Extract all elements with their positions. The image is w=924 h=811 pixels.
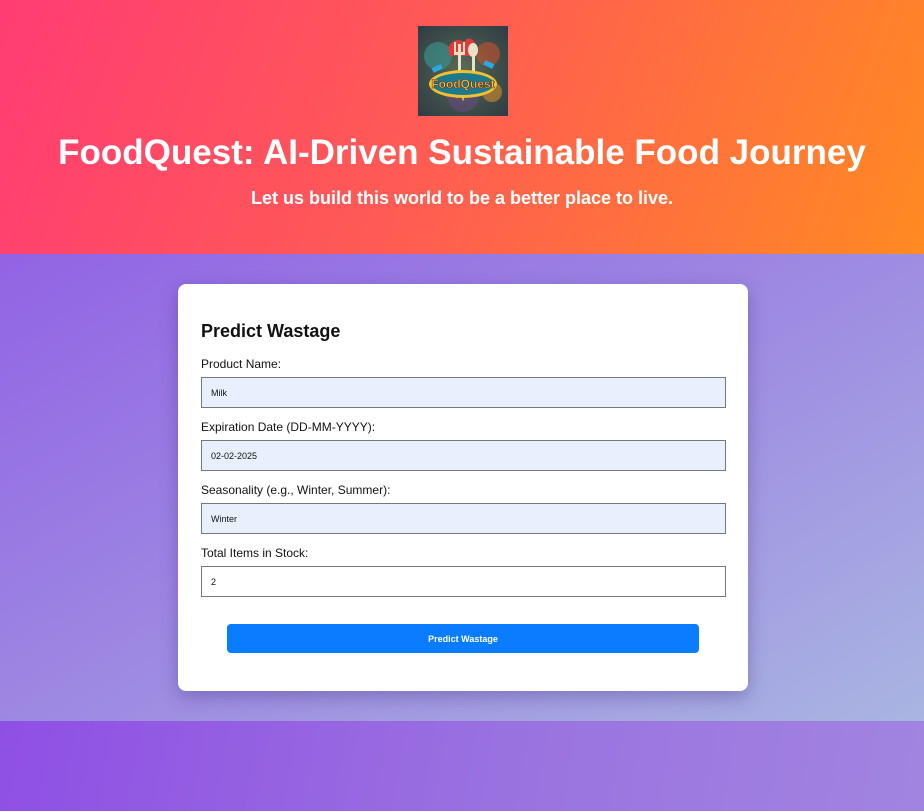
page-footer-area	[0, 721, 924, 811]
expiration-date-label: Expiration Date (DD-MM-YYYY):	[201, 420, 376, 434]
page-subtitle: Let us build this world to be a better p…	[250, 188, 674, 208]
total-items-label: Total Items in Stock:	[201, 546, 309, 560]
logo-text: FoodQuest	[431, 77, 494, 91]
predict-wastage-button[interactable]: Predict Wastage	[227, 624, 699, 653]
product-name-input[interactable]	[201, 377, 726, 408]
seasonality-label: Seasonality (e.g., Winter, Summer):	[201, 483, 391, 497]
predict-wastage-card: Predict Wastage Product Name: Expiration…	[178, 284, 748, 691]
seasonality-input[interactable]	[201, 503, 726, 534]
form-title: Predict Wastage	[201, 321, 341, 341]
product-name-label: Product Name:	[201, 357, 282, 371]
foodquest-logo: FoodQuest	[418, 26, 508, 116]
page-title: FoodQuest: AI-Driven Sustainable Food Jo…	[58, 133, 866, 172]
expiration-date-input[interactable]	[201, 440, 726, 471]
page-header: FoodQuest FoodQuest: AI-Driven Sustainab…	[0, 0, 924, 254]
total-items-input[interactable]	[201, 566, 726, 597]
